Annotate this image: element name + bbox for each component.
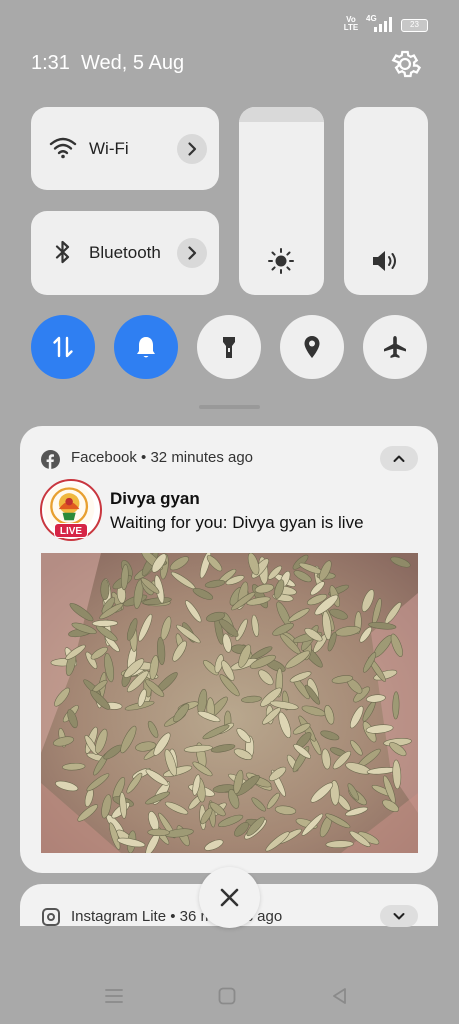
airplane-mode-toggle[interactable] (363, 315, 427, 379)
date-time: 1:31 Wed, 5 Aug (31, 52, 185, 74)
facebook-app-icon (41, 450, 60, 469)
mobile-data-toggle[interactable] (31, 315, 95, 379)
wifi-label: Wi-Fi (89, 139, 129, 158)
back-icon[interactable] (328, 984, 352, 1008)
speaker-volume-icon (373, 251, 396, 271)
close-icon (220, 888, 239, 907)
chevron-right-icon (188, 246, 197, 260)
battery-icon: 23 (401, 19, 428, 32)
seed-grain (92, 619, 118, 627)
home-icon[interactable] (215, 984, 239, 1008)
notification-message: Waiting for you: Divya gyan is live (110, 513, 364, 532)
brightness-sun-icon (268, 248, 294, 274)
volume-slider[interactable] (344, 107, 428, 295)
chevron-right-icon (188, 142, 197, 156)
instagram-app-icon (42, 908, 60, 926)
flashlight-icon (223, 337, 235, 358)
bell-icon (137, 337, 155, 358)
mobile-data-arrows-icon (53, 336, 73, 358)
seed-grain (147, 828, 170, 837)
seed-grain (100, 579, 110, 601)
bluetooth-tile[interactable]: Bluetooth (31, 211, 219, 295)
seeds-photo (41, 553, 418, 853)
bluetooth-label: Bluetooth (89, 243, 161, 262)
location-pin-icon (304, 336, 320, 358)
collapse-button[interactable] (380, 446, 418, 471)
brightness-track-empty (239, 107, 324, 122)
bluetooth-icon (55, 240, 70, 264)
settings-gear-icon[interactable] (388, 47, 422, 81)
wifi-icon (49, 137, 77, 159)
brightness-slider[interactable] (239, 107, 324, 295)
expand-button[interactable] (380, 905, 418, 927)
seed-grain (392, 691, 400, 720)
volte-indicator: Vo LTE (343, 15, 359, 32)
notification-card-facebook[interactable]: Facebook • 32 minutes ago LIVE Divya gya… (20, 426, 438, 873)
navigation-bar (0, 960, 459, 1024)
wifi-tile[interactable]: Wi-Fi (31, 107, 219, 190)
chevron-down-icon (393, 913, 405, 920)
live-badge: LIVE (54, 523, 88, 538)
notification-header: Facebook • 32 minutes ago (71, 449, 254, 466)
notification-sender: Divya gyan (110, 489, 200, 508)
bluetooth-details-button[interactable] (177, 238, 207, 268)
drag-handle[interactable] (199, 405, 260, 409)
location-toggle[interactable] (280, 315, 344, 379)
ring-mode-toggle[interactable] (114, 315, 178, 379)
flashlight-toggle[interactable] (197, 315, 261, 379)
status-bar: Vo LTE 4G 23 (0, 0, 459, 40)
signal-icon (374, 17, 392, 32)
notification-preview-image[interactable] (41, 553, 418, 853)
recents-menu-icon[interactable] (102, 984, 126, 1008)
wifi-details-button[interactable] (177, 134, 207, 164)
facebook-f-icon (46, 454, 54, 469)
clear-all-notifications-button[interactable] (199, 867, 260, 928)
chevron-up-icon (393, 455, 405, 462)
airplane-icon (384, 336, 406, 358)
